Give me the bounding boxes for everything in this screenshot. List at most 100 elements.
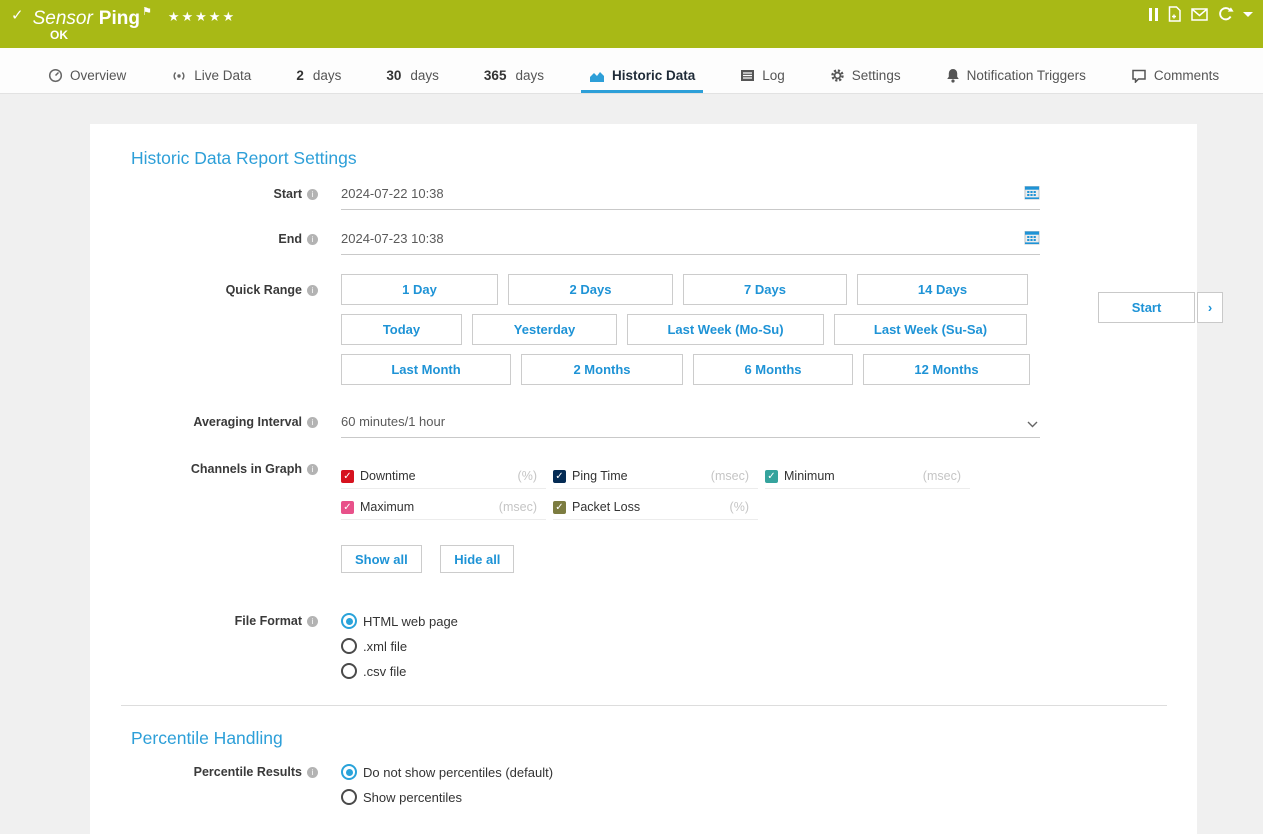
quick-range-button[interactable]: 7 Days bbox=[683, 274, 847, 305]
tab-log[interactable]: Log bbox=[736, 68, 789, 93]
radio-icon[interactable] bbox=[341, 789, 357, 805]
tab-overview[interactable]: Overview bbox=[44, 68, 130, 93]
channel-checkbox[interactable] bbox=[341, 470, 354, 483]
quick-range-button[interactable]: 2 Months bbox=[521, 354, 683, 385]
radio-icon[interactable] bbox=[341, 638, 357, 654]
tab-historic-data[interactable]: Historic Data bbox=[585, 68, 699, 93]
start-report-arrow-button[interactable]: › bbox=[1197, 292, 1223, 323]
bell-icon bbox=[946, 68, 960, 83]
channel-unit: (%) bbox=[730, 500, 758, 514]
mail-icon[interactable] bbox=[1191, 8, 1208, 21]
start-date-field[interactable]: 2024-07-22 10:38 bbox=[341, 186, 1040, 210]
averaging-interval-select[interactable]: 60 minutes/1 hour bbox=[341, 414, 1040, 438]
comment-bubble-icon bbox=[1131, 69, 1147, 83]
averaging-interval-label: Averaging Interval bbox=[193, 415, 302, 429]
sensor-type-label: Sensor bbox=[33, 8, 93, 29]
percentile-off-option[interactable]: Do not show percentiles (default) bbox=[341, 764, 1197, 780]
gauge-icon bbox=[48, 68, 63, 83]
status-ok-check-icon: ✓ bbox=[11, 7, 24, 24]
show-all-button[interactable]: Show all bbox=[341, 545, 422, 573]
info-icon[interactable]: i bbox=[307, 464, 318, 475]
channel-maximum[interactable]: Maximum (msec) bbox=[341, 500, 546, 520]
percentile-results-row: Percentile Results i Do not show percenti… bbox=[90, 764, 1197, 805]
file-format-xml-option[interactable]: .xml file bbox=[341, 638, 1197, 654]
channel-checkbox[interactable] bbox=[341, 501, 354, 514]
tab-settings[interactable]: Settings bbox=[826, 68, 905, 93]
channel-ping-time[interactable]: Ping Time (msec) bbox=[553, 469, 758, 489]
hide-all-button[interactable]: Hide all bbox=[440, 545, 514, 573]
sensor-name: Ping bbox=[99, 8, 140, 29]
channel-checkbox[interactable] bbox=[765, 470, 778, 483]
percentile-results-label: Percentile Results bbox=[194, 765, 302, 779]
gear-icon bbox=[830, 68, 845, 83]
quick-range-button[interactable]: 14 Days bbox=[857, 274, 1028, 305]
tab-30-days[interactable]: 30 days bbox=[382, 68, 443, 93]
quick-range-row: Quick Range i 1 Day 2 Days 7 Days 14 Days… bbox=[90, 274, 1197, 385]
flag-icon[interactable]: ⚑ bbox=[142, 6, 152, 18]
tab-live-data[interactable]: Live Data bbox=[167, 68, 255, 93]
channel-checkbox[interactable] bbox=[553, 470, 566, 483]
tab-notification-triggers[interactable]: Notification Triggers bbox=[942, 68, 1090, 93]
live-signal-icon bbox=[171, 69, 187, 83]
info-icon[interactable]: i bbox=[307, 285, 318, 296]
channels-row: Channels in Graph i Downtime (%) Ping Tim… bbox=[90, 461, 1197, 573]
tab-bar: Overview Live Data 2 days 30 days 365 da… bbox=[0, 48, 1263, 94]
channel-unit: (%) bbox=[518, 469, 546, 483]
priority-stars[interactable]: ★★★★★ bbox=[168, 9, 236, 24]
caret-down-icon[interactable] bbox=[1243, 12, 1253, 17]
info-icon[interactable]: i bbox=[307, 234, 318, 245]
quick-range-button[interactable]: Last Week (Su-Sa) bbox=[834, 314, 1027, 345]
channel-packet-loss[interactable]: Packet Loss (%) bbox=[553, 500, 758, 520]
section-divider bbox=[121, 705, 1167, 706]
channel-minimum[interactable]: Minimum (msec) bbox=[765, 469, 970, 489]
pause-icon[interactable] bbox=[1149, 8, 1158, 21]
quick-range-button[interactable]: Today bbox=[341, 314, 462, 345]
start-report-button[interactable]: Start bbox=[1098, 292, 1195, 323]
calendar-icon[interactable] bbox=[1024, 184, 1040, 204]
quick-range-button[interactable]: 6 Months bbox=[693, 354, 853, 385]
chevron-down-icon[interactable] bbox=[1027, 416, 1038, 431]
channel-downtime[interactable]: Downtime (%) bbox=[341, 469, 546, 489]
channel-unit: (msec) bbox=[923, 469, 970, 483]
area-chart-icon bbox=[589, 69, 605, 83]
channels-label: Channels in Graph bbox=[191, 462, 302, 476]
radio-selected-icon[interactable] bbox=[341, 613, 357, 629]
channel-checkbox[interactable] bbox=[553, 501, 566, 514]
channel-unit: (msec) bbox=[711, 469, 758, 483]
quick-range-label: Quick Range bbox=[226, 283, 302, 297]
report-document-icon[interactable] bbox=[1167, 6, 1182, 22]
report-settings-title: Historic Data Report Settings bbox=[131, 124, 1197, 169]
channel-unit: (msec) bbox=[499, 500, 546, 514]
refresh-icon[interactable] bbox=[1217, 6, 1234, 22]
info-icon[interactable]: i bbox=[307, 616, 318, 627]
end-label: End bbox=[278, 232, 302, 246]
end-row: Endi 2024-07-23 10:38 bbox=[90, 231, 1197, 255]
quick-range-button[interactable]: Yesterday bbox=[472, 314, 617, 345]
averaging-interval-row: Averaging Interval i 60 minutes/1 hour bbox=[90, 414, 1197, 438]
tab-2-days[interactable]: 2 days bbox=[292, 68, 345, 93]
info-icon[interactable]: i bbox=[307, 417, 318, 428]
tab-365-days[interactable]: 365 days bbox=[480, 68, 548, 93]
info-icon[interactable]: i bbox=[307, 189, 318, 200]
start-label: Start bbox=[274, 187, 302, 201]
quick-range-button[interactable]: 12 Months bbox=[863, 354, 1030, 385]
file-format-csv-option[interactable]: .csv file bbox=[341, 663, 1197, 679]
radio-selected-icon[interactable] bbox=[341, 764, 357, 780]
quick-range-button[interactable]: 1 Day bbox=[341, 274, 498, 305]
file-format-row: File Format i HTML web page .xml file .cs… bbox=[90, 613, 1197, 679]
percentile-on-option[interactable]: Show percentiles bbox=[341, 789, 1197, 805]
quick-range-button[interactable]: Last Week (Mo-Su) bbox=[627, 314, 824, 345]
calendar-icon[interactable] bbox=[1024, 229, 1040, 249]
file-format-label: File Format bbox=[235, 614, 302, 628]
start-report-group: Start › bbox=[1098, 292, 1223, 323]
info-icon[interactable]: i bbox=[307, 767, 318, 778]
quick-range-button[interactable]: Last Month bbox=[341, 354, 511, 385]
quick-range-button[interactable]: 2 Days bbox=[508, 274, 673, 305]
radio-icon[interactable] bbox=[341, 663, 357, 679]
status-badge: OK bbox=[50, 28, 68, 42]
tab-comments[interactable]: Comments bbox=[1127, 68, 1223, 93]
percentile-handling-title: Percentile Handling bbox=[131, 728, 1197, 749]
start-row: Starti 2024-07-22 10:38 bbox=[90, 186, 1197, 210]
end-date-field[interactable]: 2024-07-23 10:38 bbox=[341, 231, 1040, 255]
file-format-html-option[interactable]: HTML web page bbox=[341, 613, 1197, 629]
